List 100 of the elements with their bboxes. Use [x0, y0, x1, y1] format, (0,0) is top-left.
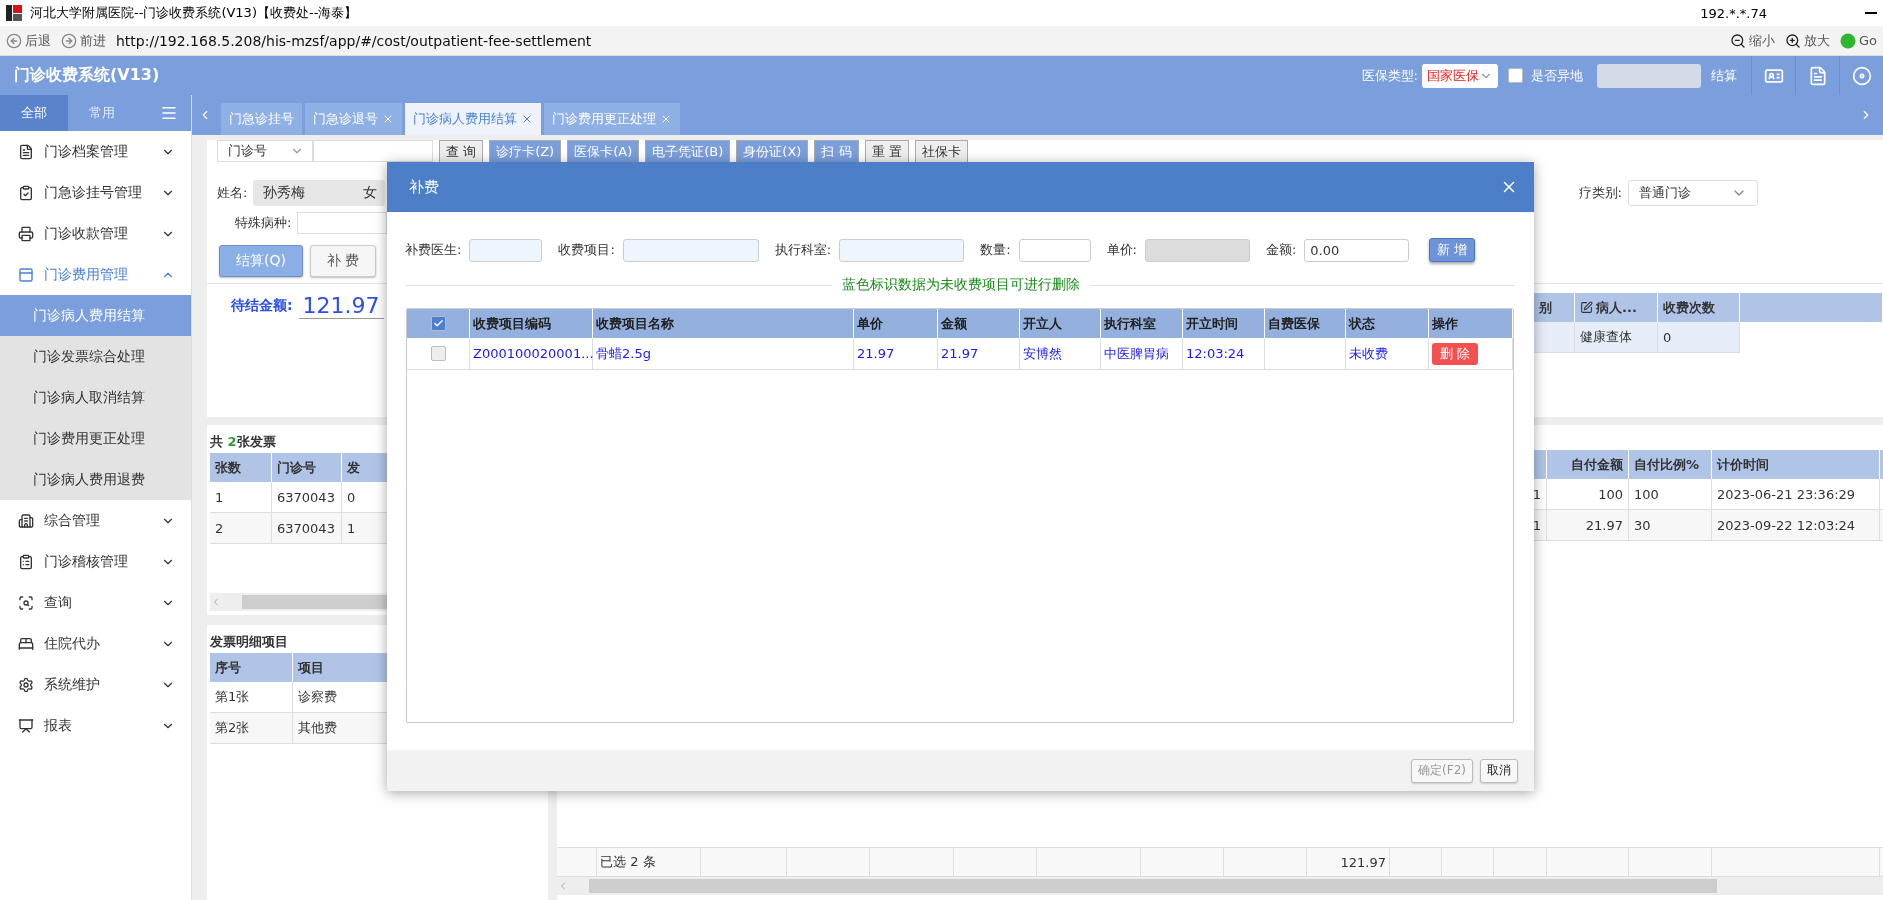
field-label: 数量:: [980, 241, 1011, 259]
column-header: 收费项目名称: [593, 309, 854, 338]
visit-type-label: 疗类别:: [1578, 183, 1622, 202]
sex-value: 女: [363, 183, 378, 202]
bed-icon: [18, 635, 34, 652]
logo-icon: [6, 5, 22, 21]
row-checkbox[interactable]: [430, 346, 446, 361]
table-cell: 骨蜡2.5g: [593, 338, 854, 370]
pending-amount: 121.97: [298, 293, 384, 319]
settle-label: 结算: [1711, 66, 1737, 85]
input-field[interactable]: 0.00: [1304, 238, 1410, 262]
url-field[interactable]: http://192.168.5.208/his-mzsf/app/#/cost/outpatient-fee-settlement: [116, 32, 592, 49]
column-header: 计价时间: [1712, 450, 1880, 479]
table-cell: [1390, 847, 1442, 877]
visit-type-select[interactable]: 普通门诊: [1628, 179, 1758, 206]
column-header: 金额: [938, 309, 1020, 338]
column-header: 病人...: [1575, 293, 1658, 322]
table-cell: 6370043: [272, 513, 342, 544]
table-cell: 12:03:24: [1183, 338, 1265, 370]
printer-icon: [18, 225, 34, 242]
close-icon[interactable]: [521, 113, 533, 125]
table-cell: 中医脾胃病: [1101, 338, 1183, 370]
remote-label: 是否异地: [1531, 66, 1583, 85]
document-icon: [18, 143, 34, 160]
table-cell: 第1张: [210, 682, 293, 713]
table-cell: 100: [1547, 479, 1629, 510]
sidebar-subitem[interactable]: 门诊病人费用退费: [0, 459, 191, 500]
panel-icon: [18, 266, 34, 283]
input-field[interactable]: [839, 238, 965, 262]
selected-count: 已选 2 条: [597, 847, 701, 877]
close-icon[interactable]: [382, 113, 394, 125]
column-header: 自付金额: [1547, 450, 1629, 479]
toolbar-button[interactable]: 重 置: [864, 140, 909, 162]
forward-button[interactable]: 前进: [61, 31, 106, 50]
column-header: 序号: [210, 653, 293, 682]
select-all-checkbox[interactable]: [430, 316, 446, 331]
search-field[interactable]: [313, 140, 433, 162]
field-label: 执行科室:: [774, 241, 832, 259]
building-icon: [18, 512, 34, 529]
column-header: 张数: [210, 453, 272, 482]
table-cell: 1: [210, 482, 272, 513]
window-title: 河北大学附属医院--门诊收费系统(V13)【收费处--海泰】: [30, 4, 358, 22]
table-cell: 21.97: [854, 338, 938, 370]
remote-checkbox[interactable]: [1508, 68, 1523, 83]
search-type-select[interactable]: 门诊号: [217, 140, 313, 162]
settle-field[interactable]: [1597, 63, 1701, 88]
dialog-button[interactable]: 取消: [1480, 758, 1518, 783]
input-field[interactable]: [1018, 238, 1091, 262]
go-button[interactable]: Go: [1839, 32, 1877, 49]
action-button[interactable]: 补 费: [309, 245, 377, 277]
menu-icon: [160, 104, 178, 122]
column-header: 自费医保: [1265, 309, 1346, 338]
total-amount: 121.97: [1307, 847, 1390, 877]
close-icon[interactable]: [660, 113, 672, 125]
zoom-out-icon: [1729, 32, 1746, 49]
disc-icon: [1851, 65, 1872, 86]
special-disease-field[interactable]: [297, 212, 388, 234]
pending-amount-label: 待结金额:: [231, 297, 293, 315]
horizontal-scrollbar[interactable]: [557, 877, 1883, 895]
table-cell: 30: [1629, 510, 1712, 541]
sidebar-subitem[interactable]: 门诊费用更正处理: [0, 418, 191, 459]
presentation-icon: [18, 717, 34, 734]
app-title: 门诊收费系统(V13): [14, 65, 160, 86]
settings-icon: [18, 676, 34, 693]
zoom-in-button[interactable]: 放大: [1784, 31, 1830, 50]
column-header: 收费次数: [1658, 293, 1740, 322]
clipboard-icon: [18, 553, 34, 570]
table-cell: 2: [210, 513, 272, 544]
table-cell: [1494, 847, 1547, 877]
sidebar-subitem[interactable]: 门诊发票综合处理: [0, 336, 191, 377]
insurance-type-select[interactable]: 国家医保: [1422, 63, 1498, 88]
column-header: 门诊号: [272, 453, 342, 482]
field-label: 单价:: [1106, 241, 1137, 259]
table-cell: 100: [1629, 479, 1712, 510]
column-header: 开立人: [1020, 309, 1101, 338]
column-header: 操作: [1429, 309, 1513, 338]
column-header: 执行科室: [1101, 309, 1183, 338]
table-cell: [1534, 322, 1575, 353]
input-field[interactable]: [469, 238, 543, 262]
page-tab[interactable]: 门诊病人费用结算: [405, 103, 541, 135]
table-cell: 第2张: [210, 713, 293, 744]
arrow-right-icon: [61, 32, 77, 49]
dialog-title: 补费: [409, 177, 439, 197]
notice-text: 蓝色标识数据为未收费项目可进行删除: [841, 276, 1080, 294]
sidebar-tab[interactable]: 全部: [0, 95, 68, 131]
zoom-out-button[interactable]: 缩小: [1729, 31, 1775, 50]
insurance-type-label: 医保类型:: [1361, 66, 1418, 85]
card-type-select[interactable]: 社保卡: [914, 140, 968, 162]
toolbar-button[interactable]: 查 询: [439, 140, 484, 162]
sidebar-subitem[interactable]: 门诊病人取消结算: [0, 377, 191, 418]
invoice-items-title: 发票明细项目: [210, 633, 289, 651]
special-disease-label: 特殊病种:: [235, 214, 292, 232]
dot-icon: [1839, 32, 1856, 49]
arrow-left-icon: [6, 32, 22, 49]
input-field[interactable]: [622, 238, 759, 262]
invoice-count-title: 共 2张发票: [210, 433, 277, 451]
field-label: 补费医生:: [405, 241, 462, 259]
table-cell: 2023-06-21 23:36:29: [1712, 479, 1880, 510]
back-button[interactable]: 后退: [6, 31, 51, 50]
zoom-in-icon: [1784, 32, 1801, 49]
